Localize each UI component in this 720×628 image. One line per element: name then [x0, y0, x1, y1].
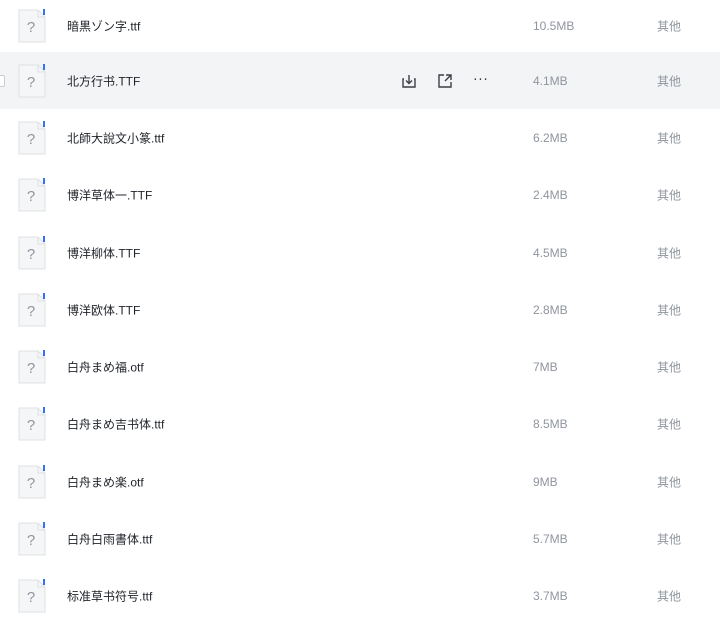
unknown-file-icon: ? — [18, 350, 46, 384]
file-size: 9MB — [533, 474, 558, 489]
file-type: 其他 — [657, 303, 682, 318]
file-name[interactable]: 白舟まめ楽.otf — [67, 473, 144, 490]
file-name[interactable]: 博洋欧体.TTF — [67, 301, 140, 318]
file-list: ? 暗黒ゾン字.ttf 10.5MB 其他 ? 北方行书.TTF ··· 4.1… — [0, 0, 720, 628]
more-icon[interactable]: ··· — [472, 72, 490, 90]
unknown-file-icon: ? — [18, 9, 46, 43]
file-type: 其他 — [657, 360, 682, 375]
file-name[interactable]: 博洋柳体.TTF — [67, 244, 140, 261]
file-row[interactable]: ? 博洋柳体.TTF 4.5MB 其他 — [0, 224, 720, 281]
share-icon[interactable] — [436, 72, 454, 90]
unknown-file-icon: ? — [18, 292, 46, 327]
file-type: 其他 — [657, 188, 682, 203]
file-name[interactable]: 白舟白雨書体.ttf — [67, 531, 152, 548]
unknown-file-icon: ? — [18, 63, 46, 98]
file-row[interactable]: ? 暗黒ゾン字.ttf 10.5MB 其他 — [0, 0, 720, 52]
svg-text:?: ? — [27, 74, 35, 91]
file-type: 其他 — [657, 475, 682, 490]
file-size: 5.7MB — [533, 532, 568, 547]
unknown-file-icon: ? — [18, 120, 46, 155]
file-type: 其他 — [657, 74, 682, 89]
row-actions: ··· — [400, 72, 490, 90]
file-row[interactable]: ? 标准草书符号.ttf 3.7MB 其他 — [0, 568, 720, 625]
file-name[interactable]: 标准草书符号.ttf — [67, 588, 152, 605]
file-row[interactable]: ? 白舟まめ楽.otf 9MB 其他 — [0, 453, 720, 510]
svg-text:?: ? — [27, 360, 35, 377]
svg-text:?: ? — [27, 532, 35, 549]
file-type: 其他 — [657, 417, 682, 432]
unknown-file-icon: ? — [18, 178, 46, 212]
svg-text:?: ? — [27, 19, 35, 36]
file-row[interactable]: ? 北方行书.TTF ··· 4.1MB 其他 — [0, 52, 720, 110]
file-size: 2.8MB — [533, 302, 568, 317]
file-name[interactable]: 博洋草体一.TTF — [67, 187, 152, 204]
file-size: 8.5MB — [533, 417, 568, 432]
file-size: 4.5MB — [533, 245, 568, 260]
file-row[interactable]: ? 白舟白雨書体.ttf 5.7MB 其他 — [0, 510, 720, 567]
unknown-file-icon: ? — [18, 235, 46, 270]
file-type: 其他 — [657, 19, 682, 34]
file-name[interactable]: 北方行书.TTF — [67, 72, 140, 89]
svg-text:?: ? — [27, 246, 35, 263]
file-name[interactable]: 白舟まめ福.otf — [67, 359, 144, 376]
file-size: 4.1MB — [533, 73, 568, 88]
row-checkbox[interactable] — [0, 74, 5, 87]
file-type: 其他 — [657, 131, 682, 146]
file-type: 其他 — [657, 246, 682, 261]
svg-text:?: ? — [27, 131, 35, 148]
file-size: 2.4MB — [533, 188, 568, 203]
unknown-file-icon: ? — [18, 407, 46, 441]
svg-text:?: ? — [27, 303, 35, 320]
file-row[interactable]: ? 北師大說文小篆.ttf 6.2MB 其他 — [0, 109, 720, 166]
file-size: 3.7MB — [533, 589, 568, 604]
download-icon[interactable] — [400, 72, 418, 90]
unknown-file-icon: ? — [18, 522, 46, 556]
unknown-file-icon: ? — [18, 464, 46, 499]
file-size: 7MB — [533, 360, 558, 375]
svg-text:?: ? — [27, 475, 35, 492]
file-size: 10.5MB — [533, 19, 575, 33]
unknown-file-icon: ? — [18, 579, 46, 613]
file-name[interactable]: 暗黒ゾン字.ttf — [67, 18, 140, 35]
svg-text:?: ? — [27, 188, 35, 205]
file-type: 其他 — [657, 589, 682, 604]
file-name[interactable]: 白舟まめ吉书体.ttf — [67, 416, 164, 433]
file-row[interactable]: ? 白舟まめ吉书体.ttf 8.5MB 其他 — [0, 396, 720, 453]
file-row[interactable]: ? 博洋草体一.TTF 2.4MB 其他 — [0, 167, 720, 224]
file-size: 6.2MB — [533, 130, 568, 145]
file-row[interactable]: ? 白舟まめ福.otf 7MB 其他 — [0, 338, 720, 395]
svg-text:?: ? — [27, 589, 35, 606]
file-row[interactable]: ? 博洋欧体.TTF 2.8MB 其他 — [0, 281, 720, 338]
svg-text:?: ? — [27, 417, 35, 434]
file-name[interactable]: 北師大說文小篆.ttf — [67, 129, 164, 146]
file-type: 其他 — [657, 532, 682, 547]
